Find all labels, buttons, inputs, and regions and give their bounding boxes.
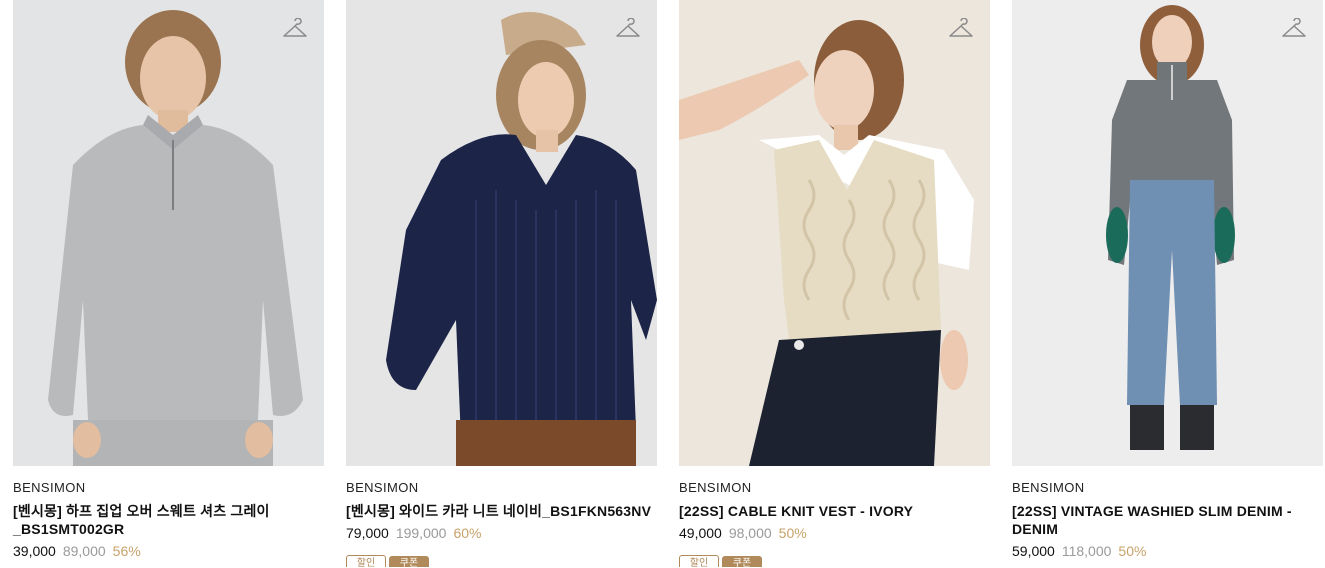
price-row: 49,000 98,000 50% bbox=[679, 525, 990, 541]
badge-group: 할인 쿠폰 bbox=[679, 553, 990, 567]
sale-badge: 할인 bbox=[679, 555, 719, 567]
sale-price: 79,000 bbox=[346, 525, 389, 541]
discount-rate: 56% bbox=[112, 543, 141, 559]
coupon-badge: 쿠폰 bbox=[722, 556, 762, 567]
price-row: 79,000 199,000 60% bbox=[346, 525, 657, 541]
hanger-icon[interactable] bbox=[948, 18, 974, 40]
product-card[interactable]: BENSIMON [벤시몽] 하프 집업 오버 스웨트 셔츠 그레이_BS1SM… bbox=[13, 0, 324, 559]
brand-name: BENSIMON bbox=[679, 480, 752, 495]
original-price: 89,000 bbox=[62, 543, 106, 559]
sale-price: 59,000 bbox=[1012, 543, 1055, 559]
product-image[interactable] bbox=[1012, 0, 1323, 466]
hanger-icon[interactable] bbox=[282, 18, 308, 40]
brand-name: BENSIMON bbox=[346, 480, 419, 495]
original-price: 199,000 bbox=[395, 525, 447, 541]
hanger-icon[interactable] bbox=[615, 18, 641, 40]
discount-rate: 50% bbox=[778, 525, 807, 541]
product-photo-navy-knit bbox=[346, 0, 657, 466]
product-image[interactable] bbox=[346, 0, 657, 466]
product-name[interactable]: [벤시몽] 와이드 카라 니트 네이비_BS1FKN563NV bbox=[346, 502, 657, 520]
product-image[interactable] bbox=[679, 0, 990, 466]
hanger-icon[interactable] bbox=[1281, 18, 1307, 40]
product-card[interactable]: BENSIMON [22SS] VINTAGE WASHIED SLIM DEN… bbox=[1012, 0, 1323, 559]
product-photo-grey-sweatshirt bbox=[13, 0, 324, 466]
product-grid: BENSIMON [벤시몽] 하프 집업 오버 스웨트 셔츠 그레이_BS1SM… bbox=[0, 0, 1325, 568]
product-card[interactable]: BENSIMON [벤시몽] 와이드 카라 니트 네이비_BS1FKN563NV… bbox=[346, 0, 657, 567]
original-price: 98,000 bbox=[728, 525, 772, 541]
sale-price: 49,000 bbox=[679, 525, 722, 541]
product-name[interactable]: [22SS] VINTAGE WASHIED SLIM DENIM - DENI… bbox=[1012, 502, 1323, 538]
badge-group: 할인 쿠폰 bbox=[346, 553, 657, 567]
sale-price: 39,000 bbox=[13, 543, 56, 559]
product-photo-ivory-vest bbox=[679, 0, 990, 466]
product-image[interactable] bbox=[13, 0, 324, 466]
price-row: 39,000 89,000 56% bbox=[13, 543, 324, 559]
price-row: 59,000 118,000 50% bbox=[1012, 543, 1323, 559]
discount-rate: 50% bbox=[1118, 543, 1147, 559]
product-photo-denim bbox=[1012, 0, 1323, 466]
product-name[interactable]: [22SS] CABLE KNIT VEST - IVORY bbox=[679, 502, 990, 520]
product-card[interactable]: BENSIMON [22SS] CABLE KNIT VEST - IVORY … bbox=[679, 0, 990, 567]
coupon-badge: 쿠폰 bbox=[389, 556, 429, 567]
brand-name: BENSIMON bbox=[13, 480, 86, 495]
brand-name: BENSIMON bbox=[1012, 480, 1085, 495]
product-name[interactable]: [벤시몽] 하프 집업 오버 스웨트 셔츠 그레이_BS1SMT002GR bbox=[13, 502, 324, 538]
sale-badge: 할인 bbox=[346, 555, 386, 567]
discount-rate: 60% bbox=[453, 525, 482, 541]
original-price: 118,000 bbox=[1061, 543, 1112, 559]
